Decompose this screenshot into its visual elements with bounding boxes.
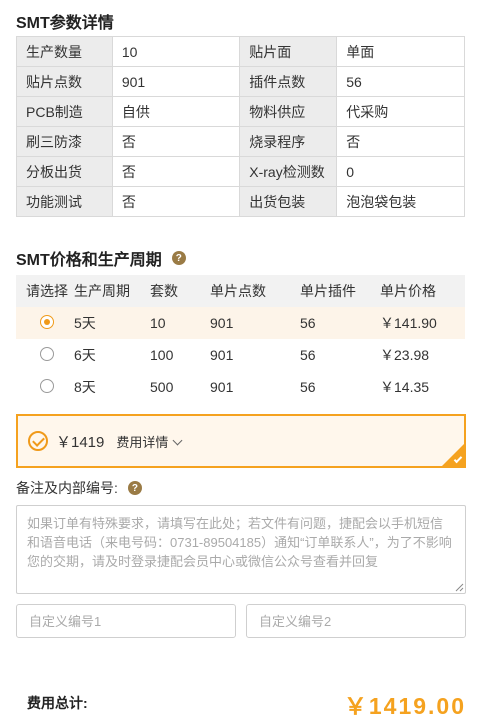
cost-details-label: 费用详情 [116,434,169,450]
price-section-title: SMT价格和生产周期 ? [16,246,186,270]
radio-button[interactable] [40,378,54,393]
param-label: 分板出货 [16,156,113,187]
param-label: 功能测试 [16,186,113,217]
param-label: 出货包装 [239,186,338,217]
header-cycle: 生产周期 [74,283,130,299]
remarks-label-text: 备注及内部编号: [16,480,118,496]
header-plugins: 单片插件 [300,283,356,299]
radio-cell[interactable] [16,314,74,332]
price-option-row[interactable]: 6天 100 901 56 ￥23.98 [16,339,465,371]
param-value: 否 [111,156,241,187]
header-select: 请选择 [26,283,68,299]
param-label: X-ray检测数 [239,156,338,187]
params-row: 刷三防漆否烧录程序否 [16,126,465,157]
params-row: 分板出货否 X-ray检测数 0 [16,156,465,187]
plugins-cell: 56 [300,379,316,395]
resize-handle-icon[interactable] [455,583,464,592]
price-option-row[interactable]: 5天 10 901 56 ￥141.90 [16,307,465,339]
price-table-header: 请选择 生产周期 套数 单片点数 单片插件 单片价格 [16,275,465,307]
help-icon[interactable]: ? [171,251,186,265]
price-cell: ￥23.98 [380,347,430,363]
cycle-cell: 6天 [74,347,96,363]
param-value: 901 [111,66,241,97]
param-label: 插件点数 [239,66,338,97]
check-circle-icon [28,431,48,451]
points-cell: 901 [210,347,234,363]
sets-cell: 100 [150,347,174,363]
param-label: 物料供应 [239,96,338,127]
radio-cell[interactable] [16,378,74,396]
params-row: PCB制造 自供 物料供应 代采购 [16,96,465,127]
price-cell: ￥141.90 [380,315,437,331]
param-value: 泡泡袋包装 [336,186,465,217]
param-value: 0 [336,156,465,187]
sets-cell: 500 [150,379,174,395]
param-value: 否 [336,126,465,157]
price-table: 请选择 生产周期 套数 单片点数 单片插件 单片价格 5天 10 901 56 ￥141… [16,275,465,403]
radio-button[interactable] [40,346,54,361]
param-label: 烧录程序 [239,126,338,157]
param-value: 代采购 [336,96,465,127]
param-value: 56 [336,66,465,97]
param-label: 生产数量 [16,36,113,67]
param-label: PCB制造 [16,96,113,127]
header-points: 单片点数 [210,283,266,299]
total-value: ￥1419.00 [343,693,466,719]
cost-details-toggle[interactable]: 费用详情 [116,432,183,451]
param-value: 单面 [336,36,465,67]
points-cell: 901 [210,315,234,331]
custom-number-2-input[interactable] [246,604,466,638]
sets-cell: 10 [150,315,166,331]
remarks-help-icon[interactable]: ? [127,481,142,495]
summary-price: ￥1419 [56,433,105,451]
selected-corner-icon [442,444,464,466]
param-label: 刷三防漆 [16,126,113,157]
param-label: 贴片面 [239,36,338,67]
param-label: 贴片点数 [16,66,113,97]
custom-number-1-input[interactable] [16,604,236,638]
price-section-title-text: SMT价格和生产周期 [16,252,162,269]
params-section-title: SMT参数详情 [16,15,114,32]
remarks-label: 备注及内部编号: ? [16,478,142,498]
plugins-cell: 56 [300,315,316,331]
param-value: 否 [111,186,241,217]
cycle-cell: 8天 [74,379,96,395]
params-row: 功能测试否出货包装 泡泡袋包装 [16,186,465,217]
price-cell: ￥14.35 [380,379,430,395]
param-value: 自供 [111,96,241,127]
remarks-textarea[interactable] [16,505,466,594]
cycle-cell: 5天 [74,315,96,331]
selected-price-summary[interactable]: ￥1419 费用详情 [16,414,466,468]
total-label: 费用总计: [27,695,88,711]
header-sets: 套数 [150,283,178,299]
param-value: 10 [111,36,241,67]
plugins-cell: 56 [300,347,316,363]
param-value: 否 [111,126,241,157]
chevron-down-icon [172,435,183,445]
points-cell: 901 [210,379,234,395]
params-row: 生产数量 10 贴片面 单面 [16,36,465,67]
radio-cell[interactable] [16,346,74,364]
params-row: 贴片点数 901 插件点数 56 [16,66,465,97]
header-price: 单片价格 [380,283,436,299]
radio-button[interactable] [40,314,54,329]
price-option-row[interactable]: 8天 500 901 56 ￥14.35 [16,371,465,403]
params-table: 生产数量 10 贴片面 单面 贴片点数 901 插件点数 56 PCB制造 自供 物料供应 代采购 刷三… [16,36,465,217]
